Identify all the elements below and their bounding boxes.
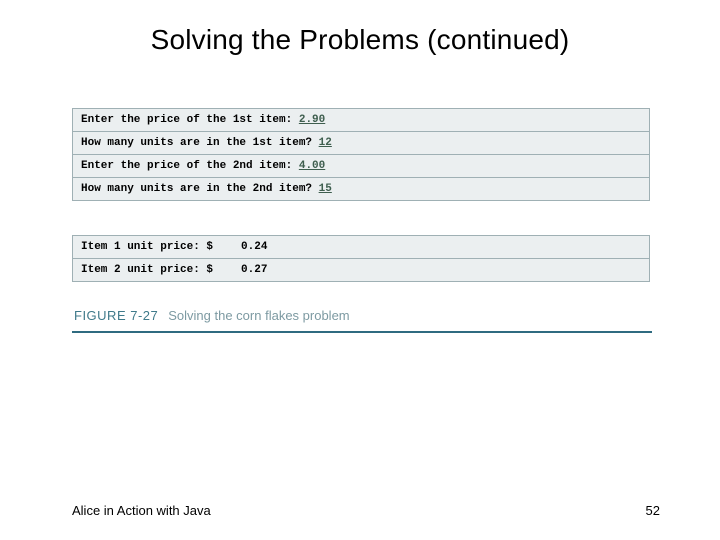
console-row: How many units are in the 1st item? 12 [73,132,649,155]
slide: Solving the Problems (continued) Enter t… [0,0,720,540]
results-output: Item 1 unit price: $ 0.24 Item 2 unit pri… [72,235,650,282]
footer-book-title: Alice in Action with Java [72,503,211,518]
user-input: 2.90 [299,114,325,126]
result-value: 0.24 [241,241,267,253]
console-row: Enter the price of the 2nd item: 4.00 [73,155,649,178]
console-row: Enter the price of the 1st item: 2.90 [73,109,649,132]
slide-title: Solving the Problems (continued) [0,24,720,56]
figure-text: Solving the corn flakes problem [168,308,349,323]
user-input: 4.00 [299,160,325,172]
console-row: How many units are in the 2nd item? 15 [73,178,649,200]
console-prompt: How many units are in the 2nd item? [81,183,319,195]
result-label: Item 1 unit price: $ [81,241,213,253]
console-prompt: Enter the price of the 1st item: [81,114,299,126]
result-row: Item 1 unit price: $ 0.24 [73,236,649,259]
user-input: 12 [319,137,332,149]
result-row: Item 2 unit price: $ 0.27 [73,259,649,281]
result-value: 0.27 [241,264,267,276]
console-prompt: How many units are in the 1st item? [81,137,319,149]
console-prompt: Enter the price of the 2nd item: [81,160,299,172]
user-input: 15 [319,183,332,195]
figure-caption: FIGURE 7-27 Solving the corn flakes probl… [72,302,652,333]
console-output: Enter the price of the 1st item: 2.90 Ho… [72,108,650,201]
result-label: Item 2 unit price: $ [81,264,213,276]
footer-page-number: 52 [646,503,660,518]
figure-number: FIGURE 7-27 [74,308,158,323]
